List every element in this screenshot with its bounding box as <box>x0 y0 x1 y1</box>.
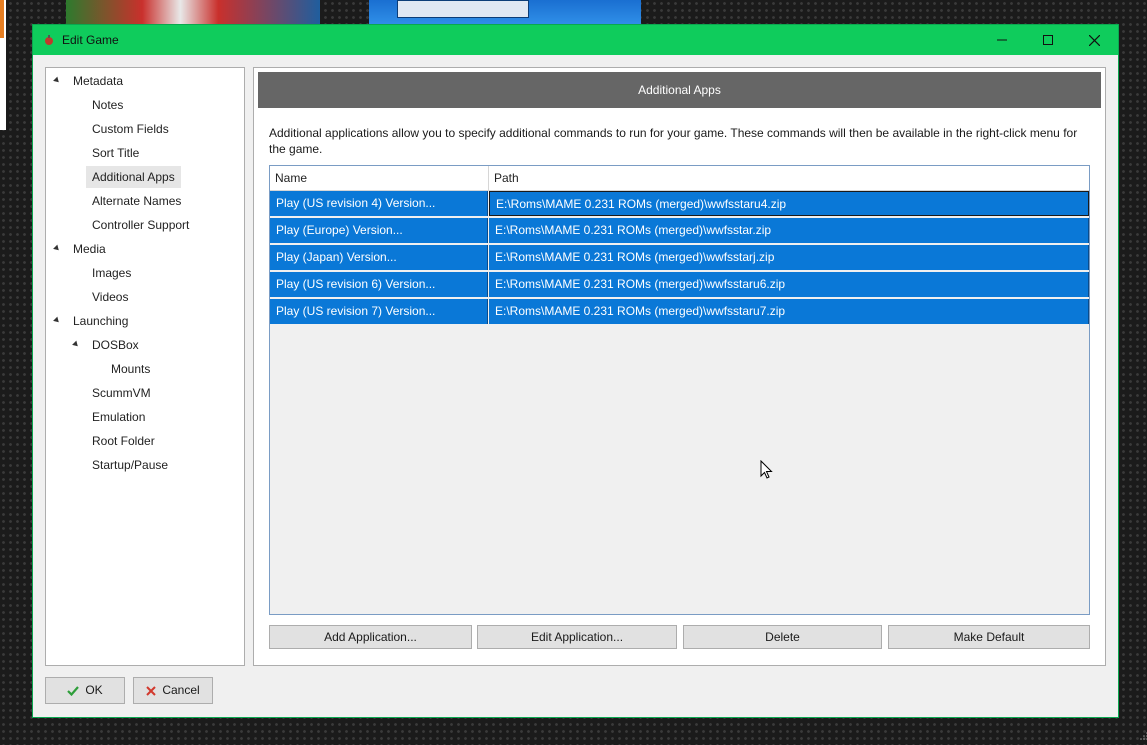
ok-label: OK <box>85 683 103 697</box>
row-path-cell[interactable]: E:\Roms\MAME 0.231 ROMs (merged)\wwfssta… <box>489 299 1089 324</box>
column-header-path[interactable]: Path <box>489 166 1089 190</box>
table-row[interactable]: Play (US revision 4) Version... E:\Roms\… <box>270 191 1089 217</box>
tree-item-dosbox[interactable]: DOSBox <box>92 334 139 356</box>
tree-item-sort-title[interactable]: Sort Title <box>92 142 139 164</box>
tree-item-startup-pause[interactable]: Startup/Pause <box>92 454 168 476</box>
tree-item-mounts[interactable]: Mounts <box>111 358 150 380</box>
minimize-icon <box>997 39 1007 41</box>
grid-header: Name Path <box>270 166 1089 191</box>
tree-item-scummvm[interactable]: ScummVM <box>92 382 151 404</box>
make-default-button[interactable]: Make Default <box>888 625 1090 649</box>
row-path-cell[interactable]: E:\Roms\MAME 0.231 ROMs (merged)\wwfssta… <box>489 272 1089 297</box>
expand-arrow-icon[interactable] <box>53 76 61 85</box>
edit-game-dialog: Edit Game Metadata Notes Custom Fields S… <box>33 25 1147 740</box>
maximize-button[interactable] <box>1025 25 1071 55</box>
maximize-icon <box>1043 35 1053 45</box>
cancel-label: Cancel <box>162 683 200 697</box>
add-application-button[interactable]: Add Application... <box>269 625 472 649</box>
table-row[interactable]: Play (Japan) Version... E:\Roms\MAME 0.2… <box>270 245 1089 271</box>
row-path-cell[interactable]: E:\Roms\MAME 0.231 ROMs (merged)\wwfssta… <box>489 191 1089 216</box>
column-header-name[interactable]: Name <box>270 166 489 190</box>
ok-button[interactable]: OK <box>45 677 125 704</box>
expand-arrow-icon[interactable] <box>72 340 80 349</box>
close-button[interactable] <box>1071 25 1117 55</box>
tree-item-launching[interactable]: Launching <box>73 310 128 332</box>
settings-tree[interactable]: Metadata Notes Custom Fields Sort Title … <box>45 67 245 666</box>
tree-item-metadata[interactable]: Metadata <box>73 70 123 92</box>
tree-item-additional-apps[interactable]: Additional Apps <box>86 166 181 188</box>
tree-item-notes[interactable]: Notes <box>92 94 123 116</box>
row-path-cell[interactable]: E:\Roms\MAME 0.231 ROMs (merged)\wwfssta… <box>489 218 1089 243</box>
row-name-cell[interactable]: Play (US revision 6) Version... <box>270 272 488 297</box>
window-title: Edit Game <box>62 33 119 47</box>
minimize-button[interactable] <box>979 25 1025 55</box>
tree-item-alternate-names[interactable]: Alternate Names <box>92 190 181 212</box>
tree-item-videos[interactable]: Videos <box>92 286 128 308</box>
tree-item-root-folder[interactable]: Root Folder <box>92 430 155 452</box>
tree-item-images[interactable]: Images <box>92 262 131 284</box>
table-row[interactable]: Play (Europe) Version... E:\Roms\MAME 0.… <box>270 218 1089 244</box>
edit-application-button[interactable]: Edit Application... <box>477 625 677 649</box>
tree-item-media[interactable]: Media <box>73 238 106 260</box>
additional-apps-grid[interactable]: Name Path Play (US revision 4) Version..… <box>269 165 1090 615</box>
expand-arrow-icon[interactable] <box>53 244 61 253</box>
thumbnail-screen <box>397 0 529 18</box>
close-icon <box>1088 34 1100 46</box>
background-app-accent <box>0 0 4 38</box>
row-name-cell[interactable]: Play (Japan) Version... <box>270 245 488 270</box>
table-row[interactable]: Play (US revision 7) Version... E:\Roms\… <box>270 299 1089 325</box>
row-name-cell[interactable]: Play (US revision 4) Version... <box>270 191 488 216</box>
tree-item-emulation[interactable]: Emulation <box>92 406 145 428</box>
resize-grip-icon[interactable] <box>1139 731 1147 741</box>
cross-icon <box>146 686 157 696</box>
checkmark-icon <box>67 686 80 696</box>
mouse-pointer-icon <box>760 460 773 479</box>
row-name-cell[interactable]: Play (Europe) Version... <box>270 218 488 243</box>
table-row[interactable]: Play (US revision 6) Version... E:\Roms\… <box>270 272 1089 298</box>
background-game-thumbnail <box>369 0 641 24</box>
title-bar[interactable]: Edit Game <box>33 25 1118 55</box>
panel-description: Additional applications allow you to spe… <box>269 126 1078 156</box>
additional-apps-panel: Additional Apps Additional applications … <box>253 67 1106 666</box>
delete-button[interactable]: Delete <box>683 625 882 649</box>
panel-header: Additional Apps <box>258 72 1101 108</box>
cancel-button[interactable]: Cancel <box>133 677 213 704</box>
expand-arrow-icon[interactable] <box>53 316 61 325</box>
background-game-thumbnail <box>66 0 320 24</box>
tree-item-controller-support[interactable]: Controller Support <box>92 214 189 236</box>
tree-item-custom-fields[interactable]: Custom Fields <box>92 118 169 140</box>
row-name-cell[interactable]: Play (US revision 7) Version... <box>270 299 488 324</box>
game-icon <box>45 35 53 45</box>
row-path-cell[interactable]: E:\Roms\MAME 0.231 ROMs (merged)\wwfssta… <box>489 245 1089 270</box>
